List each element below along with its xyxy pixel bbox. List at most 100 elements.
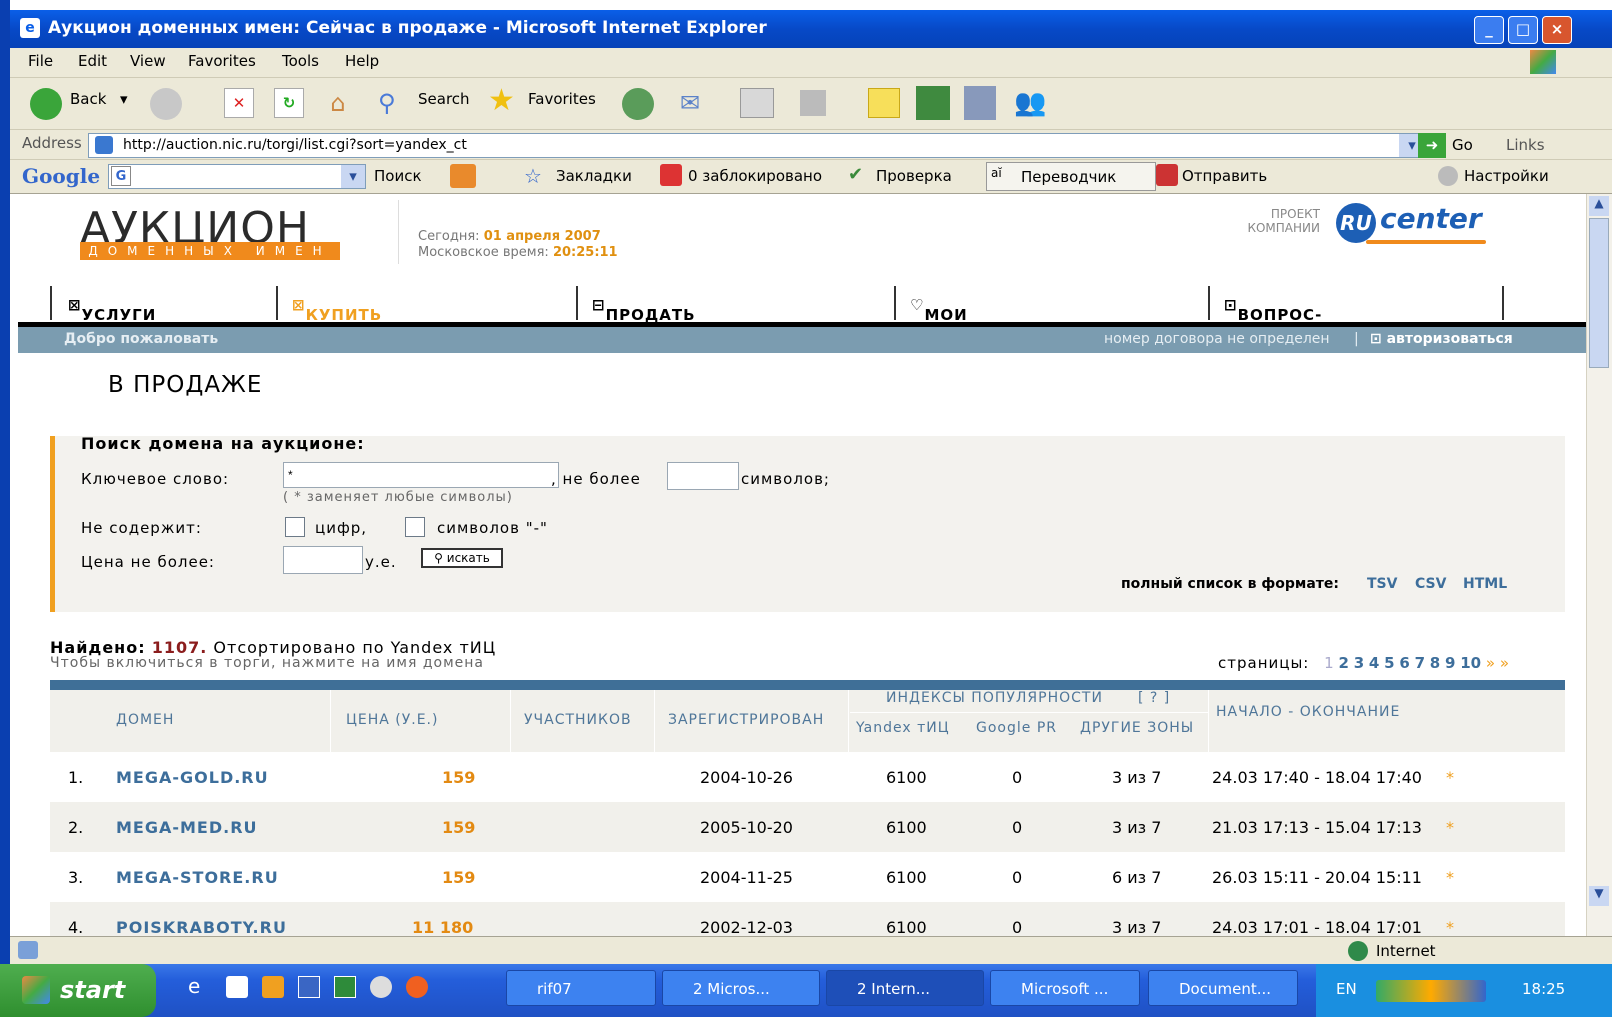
domain-link[interactable]: MEGA-MED.RU [116, 818, 258, 837]
search-icon[interactable]: ⚲ [378, 88, 410, 118]
back-button[interactable]: Back [70, 90, 106, 108]
address-input[interactable]: http://auction.nic.ru/torgi/list.cgi?sor… [88, 133, 1426, 158]
rucenter-logo-text[interactable]: center [1380, 202, 1482, 235]
quicklaunch-icon[interactable] [226, 976, 248, 998]
login-link[interactable]: ⊡ авторизоваться [1370, 331, 1513, 347]
zones-link[interactable]: 3 из 7 [1112, 818, 1161, 837]
no-digits-checkbox[interactable] [285, 517, 305, 537]
no-dash-checkbox[interactable] [405, 517, 425, 537]
forward-arrow-icon[interactable] [150, 88, 182, 120]
google-g-icon[interactable]: G [111, 166, 131, 186]
page-8[interactable]: 8 [1430, 654, 1440, 672]
next-pages-link[interactable]: » » [1486, 654, 1509, 672]
scroll-thumb[interactable] [1589, 218, 1609, 368]
domain-link[interactable]: POISKRABOTY.RU [116, 918, 287, 936]
format-csv-link[interactable]: CSV [1415, 576, 1446, 592]
spellcheck-button[interactable]: Проверка [876, 167, 952, 185]
icq-icon[interactable] [916, 86, 950, 120]
go-arrow-icon[interactable]: ➜ [1418, 133, 1446, 158]
home-icon[interactable]: ⌂ [322, 88, 354, 118]
page-3[interactable]: 3 [1354, 654, 1364, 672]
language-indicator[interactable]: EN [1336, 980, 1357, 998]
zones-link[interactable]: 6 из 7 [1112, 868, 1161, 887]
nav-sell-domain[interactable]: ⊟ ПРОДАТЬ ДОМЕН [576, 286, 894, 342]
discuss-icon[interactable] [868, 88, 900, 118]
task-microsoft-ppt[interactable]: 2 Micros... [662, 970, 820, 1006]
vertical-scrollbar[interactable]: ▲ ▼ [1586, 194, 1612, 936]
menu-view[interactable]: View [130, 52, 166, 70]
quicklaunch-icon[interactable] [406, 976, 428, 998]
page-6[interactable]: 6 [1399, 654, 1409, 672]
domain-link[interactable]: MEGA-GOLD.RU [116, 768, 269, 787]
google-search-button[interactable]: Поиск [374, 167, 422, 185]
nav-faq[interactable]: ⊡ ВОПРОС-ОТВЕТ [1208, 286, 1504, 342]
messenger-icon[interactable]: 👥 [1014, 86, 1052, 120]
task-rif07[interactable]: rif07 [506, 970, 656, 1006]
translator-button[interactable]: aĭ Переводчик [986, 162, 1156, 191]
send-button[interactable]: Отправить [1182, 167, 1267, 185]
page-5[interactable]: 5 [1384, 654, 1394, 672]
page-4[interactable]: 4 [1369, 654, 1379, 672]
col-google[interactable]: Google PR [976, 720, 1057, 736]
favorites-button[interactable]: Favorites [528, 90, 596, 108]
zones-link[interactable]: 3 из 7 [1112, 768, 1161, 787]
go-button[interactable]: Go [1452, 136, 1473, 154]
links-button[interactable]: Links [1506, 136, 1545, 154]
task-internet-explorer[interactable]: 2 Intern... [826, 970, 984, 1006]
scroll-up-icon[interactable]: ▲ [1589, 196, 1609, 216]
settings-button[interactable]: Настройки [1464, 167, 1549, 185]
task-document[interactable]: Document... [1148, 970, 1298, 1006]
col-domain[interactable]: ДОМЕН [116, 712, 174, 728]
quicklaunch-ie-icon[interactable]: e [188, 974, 200, 998]
col-participants[interactable]: УЧАСТНИКОВ [524, 712, 632, 728]
scroll-down-icon[interactable]: ▼ [1589, 886, 1609, 906]
menu-help[interactable]: Help [345, 52, 379, 70]
google-dropdown-icon[interactable]: ▾ [341, 165, 365, 188]
refresh-icon[interactable]: ↻ [274, 88, 304, 118]
max-price-input[interactable] [283, 546, 363, 574]
popularity-help-link[interactable]: [ ? ] [1138, 690, 1170, 706]
stop-icon[interactable]: ✕ [224, 88, 254, 118]
print-icon[interactable] [740, 88, 774, 118]
bookmarks-button[interactable]: Закладки [556, 167, 632, 185]
nav-services[interactable]: ⊠ УСЛУГИ [50, 286, 276, 324]
quicklaunch-icon[interactable] [370, 976, 392, 998]
col-registered[interactable]: ЗАРЕГИСТРИРОВАН [668, 712, 824, 728]
menu-favorites[interactable]: Favorites [188, 52, 256, 70]
format-tsv-link[interactable]: TSV [1367, 576, 1397, 592]
google-search-input[interactable]: G ▾ [108, 164, 366, 189]
quicklaunch-excel-icon[interactable] [334, 976, 356, 998]
close-button[interactable]: × [1542, 16, 1572, 44]
minimize-button[interactable]: _ [1474, 16, 1504, 44]
blocked-counter[interactable]: 0 заблокировано [688, 167, 822, 185]
media-icon[interactable] [964, 86, 996, 120]
favorites-star-icon[interactable]: ★ [488, 84, 522, 118]
menu-edit[interactable]: Edit [78, 52, 107, 70]
page-2[interactable]: 2 [1338, 654, 1348, 672]
back-dropdown-icon[interactable]: ▾ [120, 90, 128, 108]
nav-my-auctions[interactable]: ♡ МОИ АУКЦИОНЫ [894, 286, 1208, 342]
title-bar[interactable]: e Аукцион доменных имен: Сейчас в продаж… [10, 10, 1612, 48]
quicklaunch-word-icon[interactable] [298, 976, 320, 998]
nav-buy-domain[interactable]: ⊠ КУПИТЬ ДОМЕН [276, 286, 576, 342]
col-period[interactable]: НАЧАЛО - ОКОНЧАНИЕ [1216, 704, 1400, 720]
menu-tools[interactable]: Tools [282, 52, 319, 70]
back-arrow-icon[interactable] [30, 88, 62, 120]
search-button[interactable]: Search [418, 90, 470, 108]
edit-icon[interactable] [800, 90, 826, 116]
puzzle-icon[interactable] [450, 164, 476, 188]
rucenter-logo-icon[interactable]: RU [1336, 203, 1376, 243]
max-length-input[interactable] [667, 462, 739, 490]
mail-icon[interactable]: ✉ [680, 90, 714, 116]
tray-icons[interactable] [1376, 980, 1486, 1002]
page-7[interactable]: 7 [1415, 654, 1425, 672]
search-submit-button[interactable]: ⚲ искать [421, 548, 503, 568]
col-yandex[interactable]: Yandex тИЦ [856, 720, 950, 736]
format-html-link[interactable]: HTML [1463, 576, 1507, 592]
page-9[interactable]: 9 [1445, 654, 1455, 672]
keyword-input[interactable] [283, 462, 559, 488]
col-zones[interactable]: ДРУГИЕ ЗОНЫ [1080, 720, 1194, 736]
zones-link[interactable]: 3 из 7 [1112, 918, 1161, 936]
page-10[interactable]: 10 [1460, 654, 1481, 672]
history-icon[interactable] [622, 88, 654, 120]
